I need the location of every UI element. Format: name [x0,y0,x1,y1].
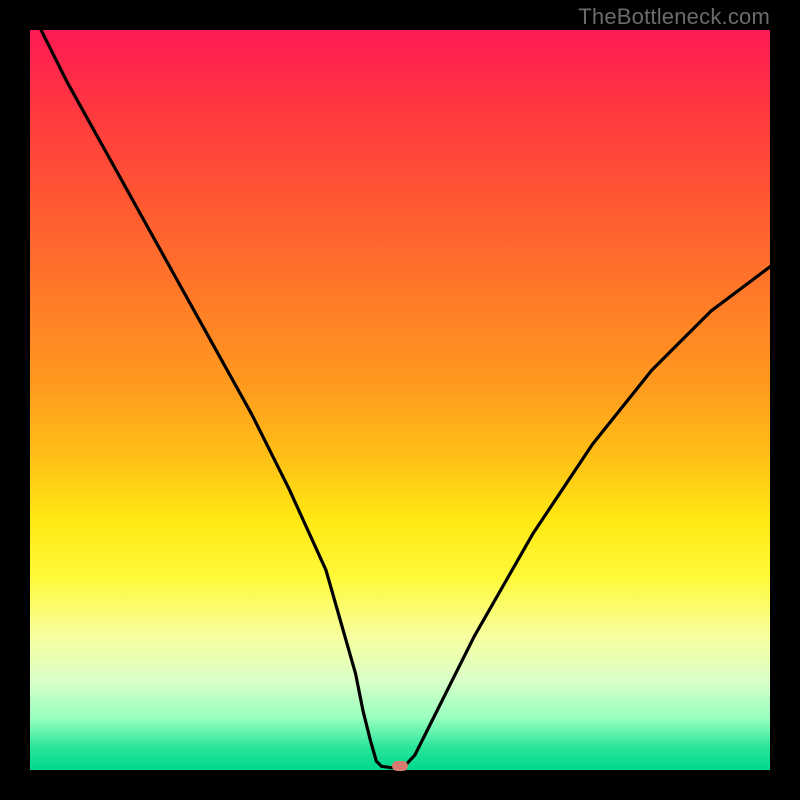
optimum-marker [392,761,408,771]
bottleneck-curve [41,30,770,768]
curve-layer [30,30,770,770]
chart-frame: TheBottleneck.com [0,0,800,800]
watermark-text: TheBottleneck.com [578,4,770,30]
plot-area [30,30,770,770]
